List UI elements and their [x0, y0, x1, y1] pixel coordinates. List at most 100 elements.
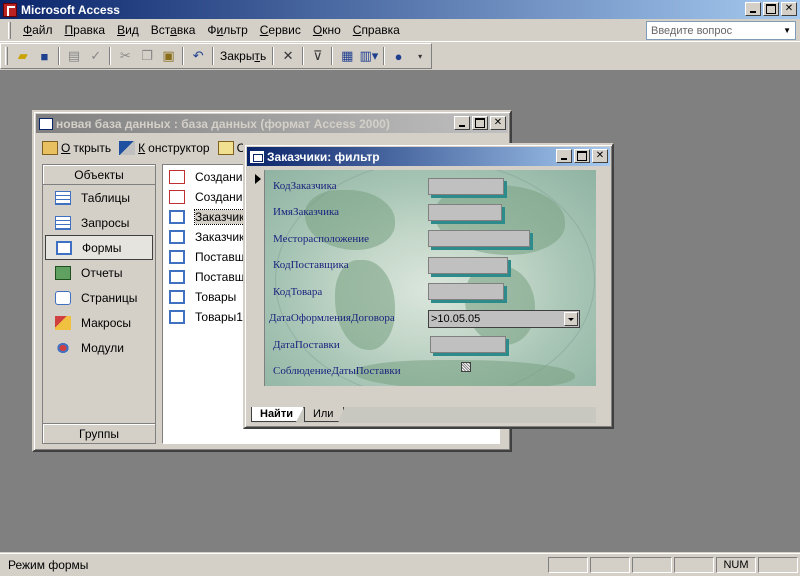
cut-icon[interactable]: ✂ — [114, 46, 136, 66]
save-icon[interactable]: ■ — [34, 46, 56, 66]
status-cell — [590, 557, 630, 573]
label-delivery-date: ДатаПоставки — [273, 339, 340, 351]
open-icon — [42, 141, 58, 155]
tab-find[interactable]: Найти — [251, 407, 304, 422]
object-forms[interactable]: Формы — [45, 235, 153, 260]
page-icon — [55, 290, 71, 305]
menu-view[interactable]: Вид — [111, 21, 145, 39]
delivery-date-field[interactable] — [430, 336, 506, 353]
toolbar-options-icon[interactable]: ▾ — [409, 46, 431, 66]
toolbar-separator — [58, 47, 61, 65]
toolbar-separator — [382, 47, 385, 65]
menu-window[interactable]: Окно — [307, 21, 347, 39]
filter-window: Заказчики: фильтр ✕ КодЗаказчика ИмяЗака… — [243, 143, 614, 429]
copy-icon[interactable]: ❐ — [136, 46, 158, 66]
delete-icon[interactable]: ✕ — [277, 46, 299, 66]
help-icon[interactable]: ● — [388, 46, 410, 66]
standard-toolbar: ▰ ■ ▤ ✓ ✂ ❐ ▣ ↶ Закрыть ✕ ⊽ ▦ ▥▾ ● ▾ — [0, 43, 432, 69]
filter-tabs: Найти Или — [251, 407, 596, 423]
record-selector[interactable] — [251, 170, 265, 386]
ask-dropdown-icon[interactable]: ▼ — [783, 26, 791, 35]
delivery-compliance-checkbox[interactable] — [461, 362, 471, 372]
menu-insert[interactable]: Вставка — [145, 21, 202, 39]
supplier-id-field[interactable] — [428, 257, 508, 274]
object-macros[interactable]: Макросы — [45, 310, 153, 335]
form-icon — [169, 290, 185, 304]
customer-id-field[interactable] — [428, 178, 504, 195]
open-folder-icon[interactable]: ▰ — [12, 46, 34, 66]
form-icon — [169, 250, 185, 264]
contract-date-value: >10.05.05 — [431, 313, 481, 325]
menu-file[interactable]: Файл — [17, 21, 59, 39]
menu-help[interactable]: Справка — [347, 21, 406, 39]
ask-question-box[interactable]: Введите вопрос ▼ — [646, 21, 796, 40]
properties-icon[interactable]: ▦ — [336, 46, 358, 66]
database-window-titlebar[interactable]: новая база данных : база данных (формат … — [36, 114, 508, 133]
object-reports[interactable]: Отчеты — [45, 260, 153, 285]
product-id-field[interactable] — [428, 283, 504, 300]
menu-filter[interactable]: Фильтр — [201, 21, 253, 39]
status-cell — [632, 557, 672, 573]
design-button[interactable]: Конструктор — [119, 141, 210, 155]
filter-icon[interactable]: ⊽ — [307, 46, 329, 66]
create-icon — [217, 141, 234, 155]
open-button[interactable]: Открыть — [42, 141, 111, 155]
objects-header[interactable]: Объекты — [43, 165, 155, 185]
menu-edit[interactable]: Правка — [59, 21, 112, 39]
app-close-button[interactable]: ✕ — [781, 2, 797, 16]
customer-name-field[interactable] — [428, 204, 502, 221]
contract-date-dropdown-icon[interactable] — [564, 312, 578, 326]
db-minimize-button[interactable] — [454, 116, 470, 130]
app-title: Microsoft Access — [21, 2, 120, 17]
status-num: NUM — [716, 557, 756, 573]
filter-form-body: КодЗаказчика ИмяЗаказчика Месторасположе… — [265, 170, 596, 386]
design-icon — [119, 141, 136, 155]
contract-date-combo[interactable]: >10.05.05 — [428, 310, 580, 328]
db-maximize-button[interactable] — [472, 116, 488, 130]
filter-maximize-button[interactable] — [574, 149, 590, 163]
label-supplier-id: КодПоставщика — [273, 259, 349, 271]
object-tables[interactable]: Таблицы — [45, 185, 153, 210]
current-record-arrow-icon — [255, 174, 261, 184]
app-minimize-button[interactable] — [745, 2, 761, 16]
menu-tools[interactable]: Сервис — [254, 21, 307, 39]
label-delivery-compliance: СоблюдениеДатыПоставки — [273, 365, 401, 377]
object-modules[interactable]: Модули — [45, 335, 153, 360]
label-location: Месторасположение — [273, 233, 370, 245]
groups-footer[interactable]: Группы — [43, 423, 155, 443]
tab-or[interactable]: Или — [303, 407, 345, 422]
new-object-icon[interactable]: ▥▾ — [358, 46, 380, 66]
module-icon — [55, 340, 71, 355]
filter-minimize-button[interactable] — [556, 149, 572, 163]
paste-icon[interactable]: ▣ — [158, 46, 180, 66]
location-field[interactable] — [428, 230, 530, 247]
print-icon[interactable]: ▤ — [63, 46, 85, 66]
db-close-button[interactable]: ✕ — [490, 116, 506, 130]
wizard-form-icon — [169, 190, 185, 204]
object-queries[interactable]: Запросы — [45, 210, 153, 235]
ask-question-placeholder: Введите вопрос — [651, 24, 733, 37]
form-icon — [56, 240, 72, 255]
macro-icon — [55, 315, 71, 330]
form-icon — [169, 210, 185, 224]
label-customer-name: ИмяЗаказчика — [273, 206, 340, 218]
undo-icon[interactable]: ↶ — [187, 46, 209, 66]
label-contract-date: ДатаОформленияДоговора — [269, 312, 395, 324]
label-customer-id: КодЗаказчика — [273, 180, 337, 192]
status-cell — [674, 557, 714, 573]
query-icon — [55, 215, 71, 230]
object-pages[interactable]: Страницы — [45, 285, 153, 310]
app-title-bar: Microsoft Access ✕ — [0, 0, 800, 19]
close-button[interactable]: Закрыть — [217, 49, 269, 63]
database-window-title: новая база данных : база данных (формат … — [56, 116, 390, 131]
database-window-icon — [39, 117, 53, 130]
toolbar-separator — [272, 47, 275, 65]
label-product-id: КодТовара — [273, 286, 323, 298]
toolbar-separator — [109, 47, 112, 65]
toolbar-separator — [331, 47, 334, 65]
filter-window-titlebar[interactable]: Заказчики: фильтр ✕ — [247, 147, 610, 166]
filter-close-button[interactable]: ✕ — [592, 149, 608, 163]
app-maximize-button[interactable] — [763, 2, 779, 16]
spellcheck-icon[interactable]: ✓ — [85, 46, 107, 66]
menubar-grip — [8, 21, 11, 39]
